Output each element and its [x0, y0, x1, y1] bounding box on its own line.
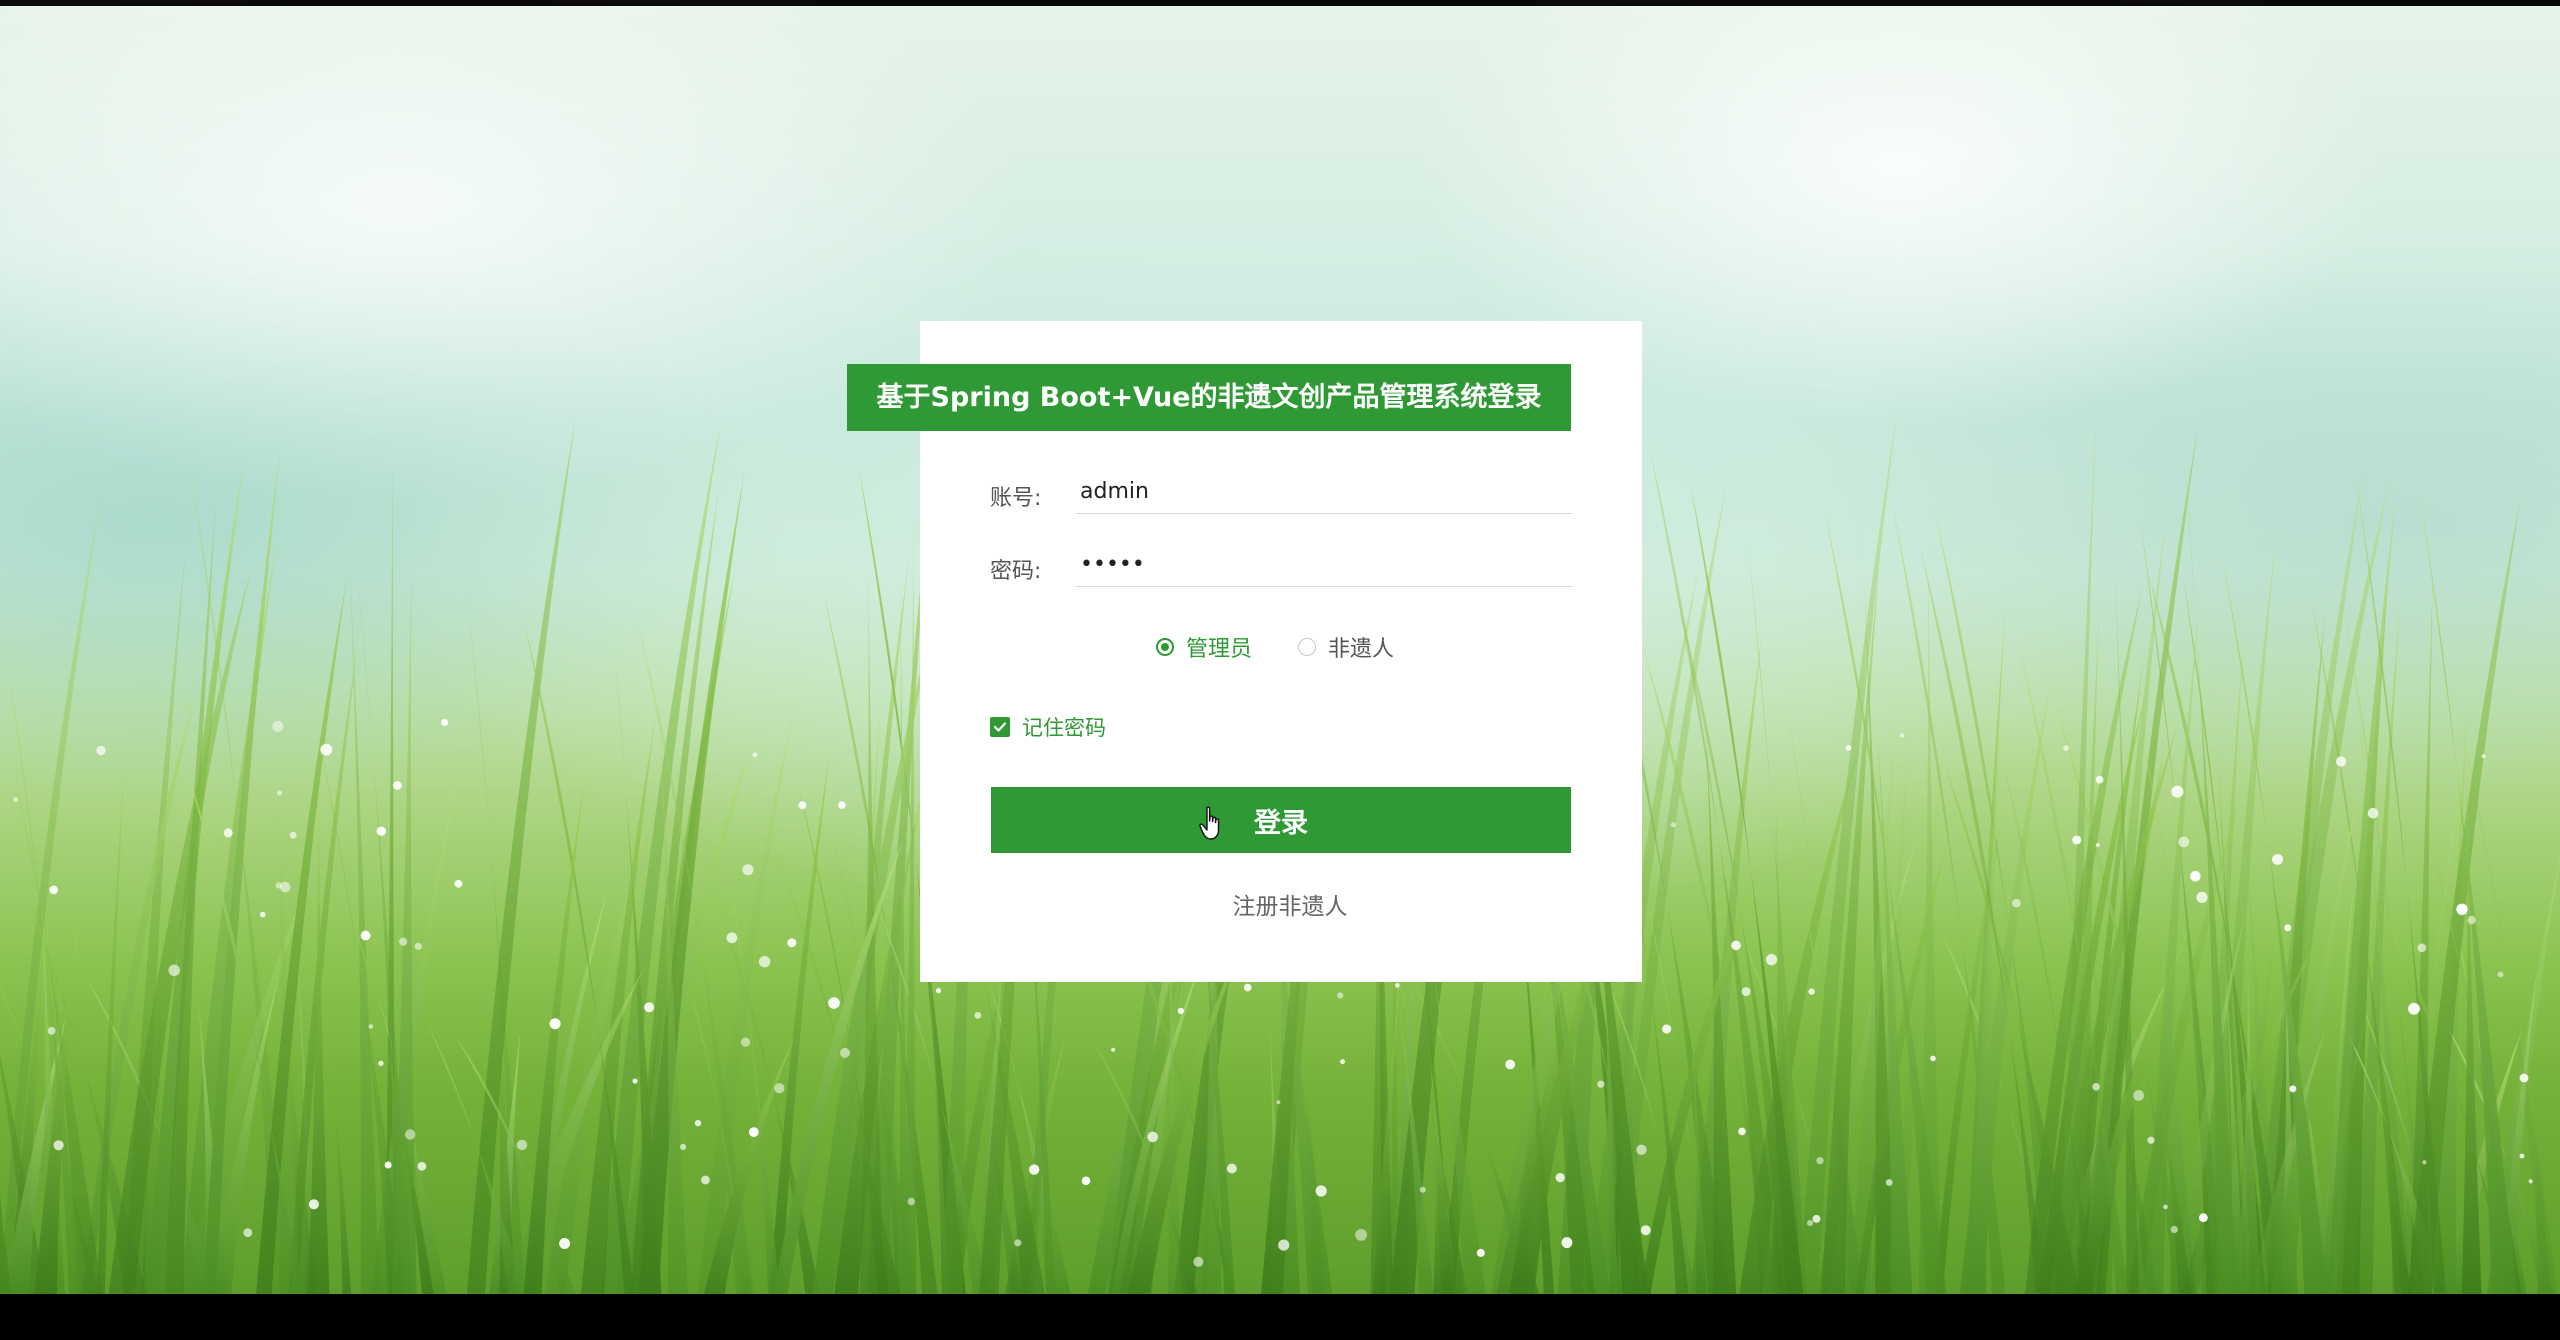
account-input[interactable]: [1076, 470, 1572, 514]
hand-pointer-cursor-icon: [1199, 806, 1220, 840]
remember-password-label: 记住密码: [1022, 716, 1106, 740]
checkbox-checked-icon: [990, 717, 1010, 737]
login-title-banner: 基于Spring Boot+Vue的非遗文创产品管理系统登录: [847, 364, 1571, 431]
role-option-heritage-label: 非遗人: [1328, 637, 1395, 662]
password-row: 密码:: [990, 543, 1572, 593]
register-heritage-link[interactable]: 注册非遗人: [1170, 887, 1410, 921]
screen-bottom-bar: [0, 1294, 2560, 1340]
password-label: 密码:: [990, 559, 1042, 584]
remember-password-checkbox[interactable]: 记住密码: [990, 712, 1106, 742]
account-label: 账号:: [990, 486, 1042, 511]
account-row: 账号:: [990, 470, 1572, 520]
login-button[interactable]: 登录: [991, 787, 1571, 853]
screen: 基于Spring Boot+Vue的非遗文创产品管理系统登录 账号: 密码: 管…: [0, 0, 2560, 1340]
role-option-admin-label: 管理员: [1186, 637, 1253, 662]
radio-checked-icon: [1156, 638, 1174, 656]
role-radio-group: 管理员 非遗人: [1156, 632, 1440, 662]
role-option-heritage[interactable]: 非遗人: [1298, 631, 1394, 663]
radio-unchecked-icon: [1298, 638, 1317, 656]
role-option-admin[interactable]: 管理员: [1156, 631, 1252, 663]
password-input[interactable]: [1076, 543, 1572, 587]
